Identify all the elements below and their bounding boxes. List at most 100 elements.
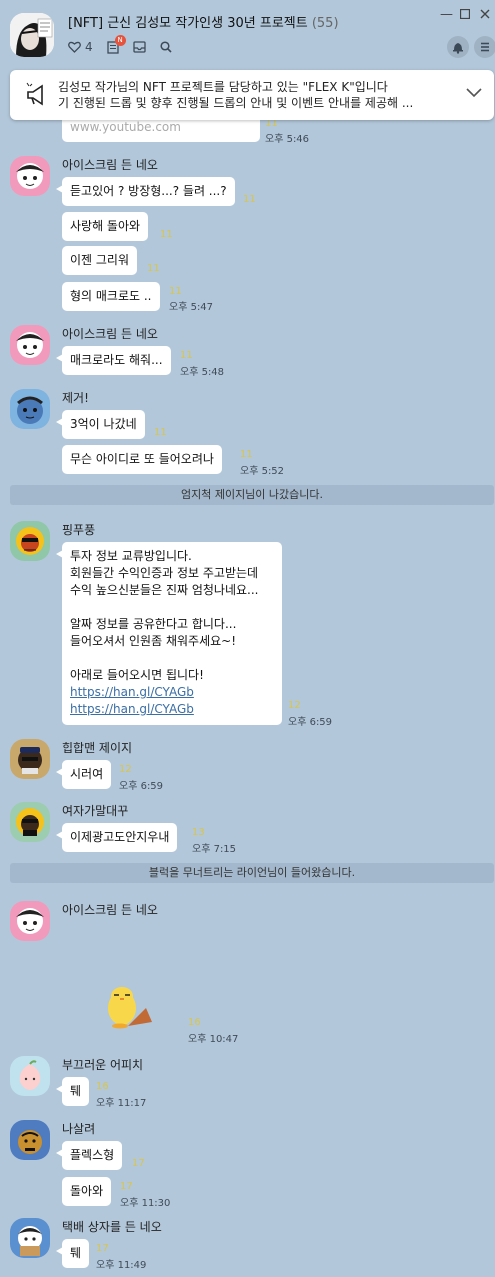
sender-name: 택배 상자를 든 네오 [62,1220,162,1234]
minimize-button[interactable]: — [440,7,453,22]
search-button[interactable] [160,41,172,53]
search-icon [160,41,172,53]
message-time: 오후 11:30 [120,1198,171,1209]
message-line: 아래로 들어오시면 됩니다! [70,668,204,682]
message-line: 투자 정보 교류방입니다. [70,549,192,563]
message-bubble[interactable]: 이제광고도안지우내 [55,823,178,852]
chatroom-avatar[interactable] [10,13,54,57]
message-bubble[interactable]: 플렉스형 [55,1141,123,1170]
unread-count: 11 [147,263,160,274]
message-line: 알짜 정보를 공유한다고 합니다... [70,617,237,631]
menu-button[interactable]: N [106,34,126,54]
message-line: 들어오셔서 인원좀 채워주세요~! [70,634,237,648]
more-menu-button[interactable] [474,36,495,58]
sticker[interactable] [100,978,156,1030]
system-message: 블럭을 무너트리는 라이언님이 들어왔습니다. [10,863,494,883]
close-button[interactable] [480,7,490,23]
sender-name: 아이스크림 든 네오 [62,158,158,172]
unread-count: 12 [288,700,301,711]
avatar[interactable] [10,521,50,561]
unread-count: 17 [132,1158,145,1169]
inbox-button[interactable] [132,41,146,53]
message-bubble[interactable]: 퉤 [55,1077,90,1106]
sender-name: 제거! [62,391,89,405]
link-preview-url: www.youtube.com [70,120,181,134]
avatar[interactable] [10,802,50,842]
avatar[interactable] [10,1218,50,1258]
message-link[interactable]: https://han.gl/CYAGb [70,701,274,718]
avatar[interactable] [10,1056,50,1096]
message-bubble[interactable]: 시러여 [55,760,112,789]
inbox-icon [132,41,146,53]
message-link[interactable]: https://han.gl/CYAGb [70,684,274,701]
message-time: 오후 6:59 [288,717,333,728]
sender-name: 아이스크림 든 네오 [62,903,158,917]
avatar[interactable] [10,325,50,365]
bell-icon [453,43,463,54]
unread-count: 16 [96,1081,109,1092]
unread-count: 11 [180,350,193,361]
system-message: 엄지척 제이지님이 나갔습니다. [10,485,494,505]
message-line: 수익 높으신분들은 진짜 엄청나네요... [70,583,259,597]
sender-name: 아이스크림 든 네오 [62,327,158,341]
avatar[interactable] [10,156,50,196]
message-bubble[interactable]: 투자 정보 교류방입니다. 회원들간 수익인증과 정보 주고받는데 수익 높으신… [56,542,282,725]
avatar[interactable] [10,901,50,941]
sender-name: 핑푸풍 [62,523,96,537]
chatroom-title-text: [NFT] 근신 김성모 작가인생 30년 프로젝트 [68,16,308,31]
message-time: 오후 10:47 [188,1034,239,1045]
megaphone-icon [26,82,43,106]
message-line [70,650,274,667]
unread-count: 11 [169,286,182,297]
unread-count: 11 [243,194,256,205]
notice-line-2: 기 진행된 드롭 및 향후 진행될 드롭의 안내 및 이벤트 안내를 제공해 .… [58,96,414,110]
unread-count: 12 [119,764,132,775]
message-time: 오후 7:15 [192,844,237,855]
message-bubble[interactable]: 사랑해 돌아와 [62,212,149,241]
sender-name: 힙합맨 제이지 [62,741,133,755]
maximize-button[interactable] [459,7,471,23]
message-bubble[interactable]: 3억이 나갔네 [56,410,145,439]
message-bubble[interactable]: 무슨 아이디로 또 들어오려나 [62,445,222,474]
avatar[interactable] [10,1120,50,1160]
message-bubble[interactable]: 매크로라도 해줘... [56,346,171,375]
new-badge: N [114,34,126,46]
chick-sticker-icon [108,987,152,1029]
like-count: 4 [85,40,93,54]
unread-count: 11 [154,427,167,438]
unread-count: 11 [240,449,253,460]
hamburger-icon [481,42,489,52]
avatar[interactable] [10,389,50,429]
message-time: 오후 11:17 [96,1098,147,1109]
close-icon [480,9,490,19]
notification-button[interactable] [447,36,469,58]
message-line [70,599,274,616]
message-bubble[interactable]: 퉤 [55,1239,90,1268]
message-bubble[interactable]: 이젠 그리워 [62,246,138,275]
unread-count: 13 [192,827,205,838]
unread-count: 16 [188,1017,201,1028]
chat-header: [NFT] 근신 김성모 작가인생 30년 프로젝트 (55) 4 N — [0,0,495,66]
message-time: 오후 5:47 [169,302,214,313]
unread-count: 17 [96,1243,109,1254]
chevron-down-icon[interactable] [466,88,482,98]
message-bubble[interactable]: 듣고있어 ? 방장형...? 들려 ...? [56,177,235,206]
heart-icon [68,41,81,53]
notice-banner[interactable]: 김성모 작가님의 NFT 프로젝트를 담당하고 있는 "FLEX K"입니다 기… [10,70,494,120]
like-button[interactable]: 4 [68,40,93,54]
message-bubble[interactable]: 돌아와 [62,1177,112,1206]
message-time: 오후 5:52 [240,466,285,477]
avatar[interactable] [10,739,50,779]
message-time: 오후 11:49 [96,1260,147,1271]
member-count: (55) [311,16,339,31]
unread-count: 11 [160,229,173,240]
notice-line-1: 김성모 작가님의 NFT 프로젝트를 담당하고 있는 "FLEX K"입니다 [58,80,388,94]
maximize-icon [459,8,471,20]
message-time: 오후 6:59 [119,781,164,792]
message-line: 회원들간 수익인증과 정보 주고받는데 [70,566,259,580]
sender-name: 부끄러운 어피치 [62,1058,144,1072]
sender-name: 여자가말대꾸 [62,804,129,818]
message-time: 오후 5:46 [265,134,310,145]
message-time: 오후 5:48 [180,367,225,378]
message-bubble[interactable]: 형의 매크로도 .. [62,282,160,311]
